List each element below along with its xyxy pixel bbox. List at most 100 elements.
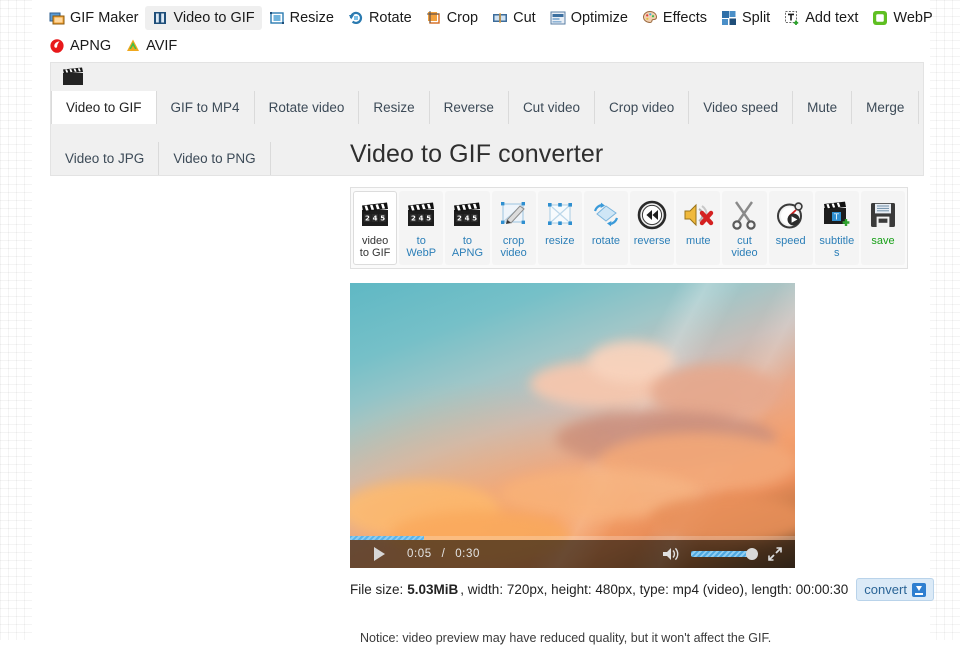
resize-box-icon [541,198,579,232]
tool-label: to WebP [402,235,440,259]
file-size-value: 5.03MiB [407,582,458,597]
tab-cut-video[interactable]: Cut video [509,91,595,124]
stopwatch-icon [772,198,810,232]
crop-pen-icon [495,198,533,232]
tool-speed[interactable]: speed [769,191,813,265]
tab-resize[interactable]: Resize [359,91,429,124]
nav-item-crop[interactable]: Crop [419,6,485,30]
svg-text:T: T [833,213,839,222]
nav-item-split[interactable]: Split [714,6,777,30]
nav-item-add-text[interactable]: Add text [777,6,865,30]
nav-item-label: Rotate [369,10,412,26]
action-toolbar: 2 4 5 video to GIF 2 4 5 to WebP 2 4 [350,187,908,269]
tool-mute[interactable]: mute [676,191,720,265]
volume-slider[interactable] [691,551,753,557]
tab-label: Crop video [609,100,674,115]
tab-label: Video to JPG [65,151,144,166]
nav-item-gif-maker[interactable]: GIF Maker [42,6,145,30]
svg-text:5: 5 [473,215,478,223]
tab-video-speed[interactable]: Video speed [689,91,793,124]
nav-item-rotate[interactable]: Rotate [341,6,419,30]
scissors-icon [725,198,763,232]
rotate-arrows-icon [587,198,625,232]
tool-save[interactable]: save [861,191,905,265]
tool-resize[interactable]: resize [538,191,582,265]
nav-item-avif[interactable]: AVIF [118,34,184,58]
fullscreen-icon[interactable] [767,546,783,562]
nav-item-label: Optimize [571,10,628,26]
tool-crop-video[interactable]: crop video [492,191,536,265]
download-icon [912,583,926,597]
top-navigation-row-1: GIF Maker Video to GIF Resize Rotate CropCut… [42,4,920,32]
tool-video-to-gif[interactable]: 2 4 5 video to GIF [353,191,397,265]
video-player[interactable]: 0:05 / 0:30 [350,283,795,568]
gif-maker-icon [49,10,65,26]
clapperboard-icon: 2 4 5 [356,198,394,232]
top-navigation-row-2: APNG AVIF [42,32,920,60]
tabs-secondary-list: Video to JPG Video to PNG [51,142,271,175]
optimize-icon [550,10,566,26]
nav-item-resize[interactable]: Resize [262,6,341,30]
rotate-icon [348,10,364,26]
nav-item-optimize[interactable]: Optimize [543,6,635,30]
tab-label: Cut video [523,100,580,115]
main-content: Video to GIF converter 2 4 5 video to GI… [350,140,930,645]
tab-mute[interactable]: Mute [793,91,852,124]
cut-icon [492,10,508,26]
tab-label: Reverse [444,100,494,115]
tool-label: speed [772,235,810,247]
tab-merge[interactable]: Merge [852,91,919,124]
volume-knob[interactable] [746,548,758,560]
svg-text:4: 4 [465,215,470,223]
tab-label: GIF to MP4 [171,100,240,115]
svg-text:4: 4 [419,215,424,223]
preview-notice: Notice: video preview may have reduced q… [360,631,930,645]
tab-reverse[interactable]: Reverse [430,91,509,124]
convert-button[interactable]: convert [856,578,934,601]
file-size-label: File size: [350,582,403,597]
tool-label: video to GIF [356,235,394,259]
tab-label: Video to PNG [173,151,255,166]
svg-text:5: 5 [380,215,385,223]
tab-video-to-png[interactable]: Video to PNG [159,142,270,175]
apng-icon [49,38,65,54]
tool-subtitles[interactable]: Tsubtitles [815,191,859,265]
nav-item-apng[interactable]: APNG [42,34,118,58]
add-text-icon [784,10,800,26]
page-title: Video to GIF converter [350,140,930,169]
nav-item-label: Video to GIF [173,10,254,26]
resize-icon [269,10,285,26]
current-time: 0:05 [407,548,432,560]
nav-item-label: AVIF [146,38,177,54]
svg-text:2: 2 [457,215,462,223]
tool-to-apng[interactable]: 2 4 5 to APNG [445,191,489,265]
nav-item-webp[interactable]: WebP [865,6,939,30]
tool-label: mute [679,235,717,247]
nav-item-effects[interactable]: Effects [635,6,714,30]
video-to-gif-icon [152,10,168,26]
top-navigation: GIF Maker Video to GIF Resize Rotate CropCut… [32,0,930,64]
tab-rotate-video[interactable]: Rotate video [255,91,360,124]
tab-crop-video[interactable]: Crop video [595,91,689,124]
nav-item-label: Effects [663,10,707,26]
tool-cut-video[interactable]: cut video [722,191,766,265]
tab-label: Mute [807,100,837,115]
tool-label: save [864,235,902,247]
tool-to-webp[interactable]: 2 4 5 to WebP [399,191,443,265]
tab-label: Video speed [703,100,778,115]
nav-item-video-to-gif[interactable]: Video to GIF [145,6,261,30]
clapperboard-icon [51,63,95,91]
tab-video-to-jpg[interactable]: Video to JPG [51,142,159,175]
tool-label: to APNG [448,235,486,259]
tool-rotate[interactable]: rotate [584,191,628,265]
floppy-save-icon [864,198,902,232]
clapperboard-icon: 2 4 5 [448,198,486,232]
nav-item-cut[interactable]: Cut [485,6,543,30]
convert-label: convert [864,582,907,597]
tab-video-to-gif[interactable]: Video to GIF [51,91,157,124]
tool-reverse[interactable]: reverse [630,191,674,265]
play-icon[interactable] [374,547,385,561]
tab-gif-to-mp4[interactable]: GIF to MP4 [157,91,255,124]
tool-label: reverse [633,235,671,247]
volume-icon[interactable] [662,546,681,562]
